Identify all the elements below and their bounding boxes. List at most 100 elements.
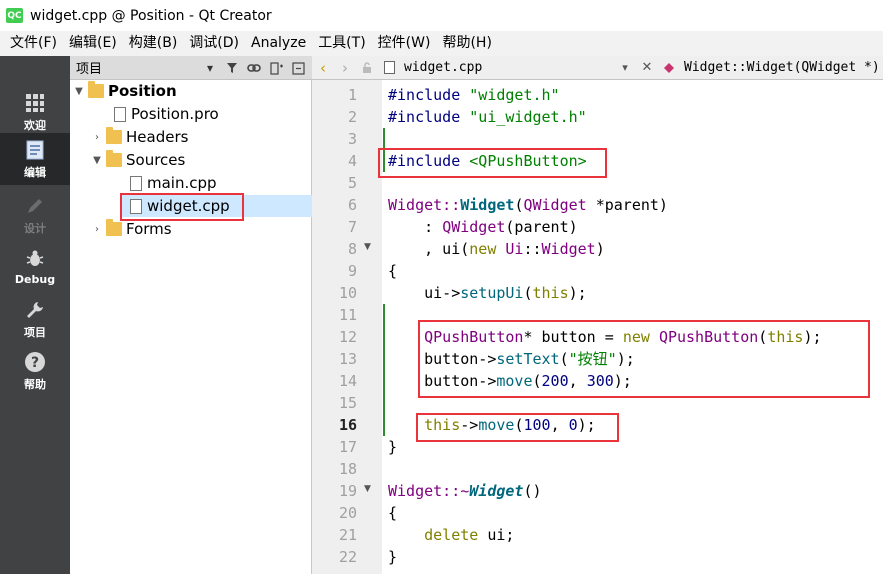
close-document-icon[interactable]: ✕ [636, 56, 658, 80]
cpp-file-icon [130, 175, 142, 191]
line-number: 9 [347, 262, 357, 280]
line-number: 13 [338, 350, 357, 368]
filter-icon[interactable] [222, 58, 242, 78]
current-symbol[interactable]: Widget::Widget(QWidget *) [684, 60, 880, 75]
code-line-10: ui->setupUi(this); [388, 282, 587, 304]
keyword-token: this [532, 284, 569, 302]
function-token: Widget [460, 196, 515, 214]
fold-marker-icon[interactable]: ▼ [364, 484, 371, 494]
type-token: Widget:: [388, 196, 461, 214]
line-number: 7 [347, 218, 357, 236]
mode-help[interactable]: ? 帮助 [0, 345, 70, 397]
string-token: "ui_widget.h" [469, 108, 587, 126]
mode-design[interactable]: 设计 [0, 189, 70, 241]
move-call-highlight-box [416, 413, 619, 442]
folder-icon [106, 219, 122, 236]
edit-icon [24, 139, 46, 161]
code-line-7: : QWidget(parent) [388, 216, 578, 238]
current-line-number: 16 [338, 416, 357, 434]
keyword-token: new [469, 240, 497, 258]
line-number: 21 [338, 526, 357, 544]
line-number-gutter: 1 2 3 4 5 6 7 8 9 10 11 12 13 14 15 16 1… [312, 80, 382, 574]
type-token: Widget [541, 240, 596, 258]
mode-projects-label: 项目 [24, 325, 46, 339]
type-token: Widget::~ [388, 482, 470, 500]
split-icon[interactable] [266, 58, 286, 78]
project-tree: ▼ Position Position.pro › Headers ▼ Sour… [70, 80, 312, 574]
tree-item-label: Forms [126, 220, 172, 238]
tree-item-label: main.cpp [147, 174, 217, 192]
help-icon: ? [24, 351, 46, 373]
keyword-token: delete [424, 526, 479, 544]
mode-projects[interactable]: 项目 [0, 293, 70, 345]
line-number: 10 [338, 284, 357, 302]
back-icon[interactable]: ‹ [312, 56, 334, 80]
tree-item-headers[interactable]: › Headers [90, 126, 188, 148]
chevron-down-icon[interactable]: ▼ [90, 155, 104, 166]
line-number: 15 [338, 394, 357, 412]
line-number: 19 [338, 482, 357, 500]
include-highlight-box [378, 148, 607, 178]
qt-creator-logo-icon: QC [6, 8, 23, 23]
chevron-right-icon[interactable]: › [90, 132, 104, 143]
menu-build[interactable]: 构建(B) [123, 31, 184, 56]
fold-marker-icon[interactable]: ▼ [364, 242, 371, 252]
menu-edit[interactable]: 编辑(E) [63, 31, 123, 56]
code-line-20: { [388, 504, 398, 522]
code-line-19: Widget::~Widget() [388, 480, 542, 502]
menu-analyze[interactable]: Analyze [245, 31, 312, 56]
tree-item-position[interactable]: ▼ Position [72, 80, 177, 102]
tree-item-pro-file[interactable]: Position.pro [110, 103, 219, 125]
line-number: 1 [347, 86, 357, 104]
code-token: :: [523, 240, 542, 258]
mode-welcome[interactable]: 欢迎 [0, 86, 70, 138]
link-icon[interactable] [244, 58, 264, 78]
code-token: (parent) [505, 218, 578, 236]
tree-item-label: Position.pro [131, 105, 219, 123]
wrench-icon [24, 299, 46, 321]
menu-file[interactable]: 文件(F) [4, 31, 63, 56]
tree-item-label: Headers [126, 128, 189, 146]
project-folder-icon [88, 81, 104, 98]
function-token: setupUi [460, 284, 524, 302]
chevron-down-icon[interactable]: ▼ [72, 86, 86, 97]
view-dropdown-icon[interactable]: ▾ [200, 58, 220, 78]
line-number: 12 [338, 328, 357, 346]
line-number: 2 [347, 108, 357, 126]
grid-icon [24, 92, 46, 114]
mode-edit[interactable]: 编辑 [0, 133, 70, 185]
type-token: QWidget [442, 218, 506, 236]
window-title: widget.cpp @ Position - Qt Creator [30, 7, 272, 24]
code-line-2: #include "ui_widget.h" [388, 106, 587, 128]
mode-debug[interactable]: Debug [0, 241, 70, 293]
line-number: 5 [347, 174, 357, 192]
chevron-right-icon[interactable]: › [90, 224, 104, 235]
lock-icon[interactable] [356, 56, 378, 80]
forward-icon[interactable]: › [334, 56, 356, 80]
code-token: : [388, 218, 443, 236]
line-number: 8 [347, 240, 357, 258]
menu-tools[interactable]: 工具(T) [312, 31, 371, 56]
code-token: ui-> [388, 284, 461, 302]
menu-help[interactable]: 帮助(H) [436, 31, 497, 56]
close-sidebar-icon[interactable] [288, 58, 308, 78]
code-line-9: { [388, 262, 398, 280]
editor-toolbar: ‹ › widget.cpp ▾ ✕ Widget::Widget(QWidge… [312, 56, 883, 80]
project-panel-header: 项目 ▾ [70, 56, 312, 80]
line-number: 11 [338, 306, 357, 324]
open-document-name[interactable]: widget.cpp [404, 60, 614, 75]
tree-item-forms[interactable]: › Forms [90, 218, 172, 240]
line-number: 4 [347, 152, 357, 170]
menu-debug[interactable]: 调试(D) [183, 31, 245, 56]
tree-item-main-cpp[interactable]: main.cpp [126, 172, 217, 194]
code-token: ); [568, 284, 587, 302]
tree-item-label: Position [108, 82, 177, 100]
code-token: ( [523, 284, 533, 302]
menu-widgets[interactable]: 控件(W) [372, 31, 437, 56]
symbol-icon [658, 56, 680, 80]
tree-item-sources[interactable]: ▼ Sources [90, 149, 185, 171]
code-line-21: delete ui; [388, 524, 514, 546]
document-dropdown-icon[interactable]: ▾ [614, 56, 636, 80]
type-token: Ui [505, 240, 524, 258]
